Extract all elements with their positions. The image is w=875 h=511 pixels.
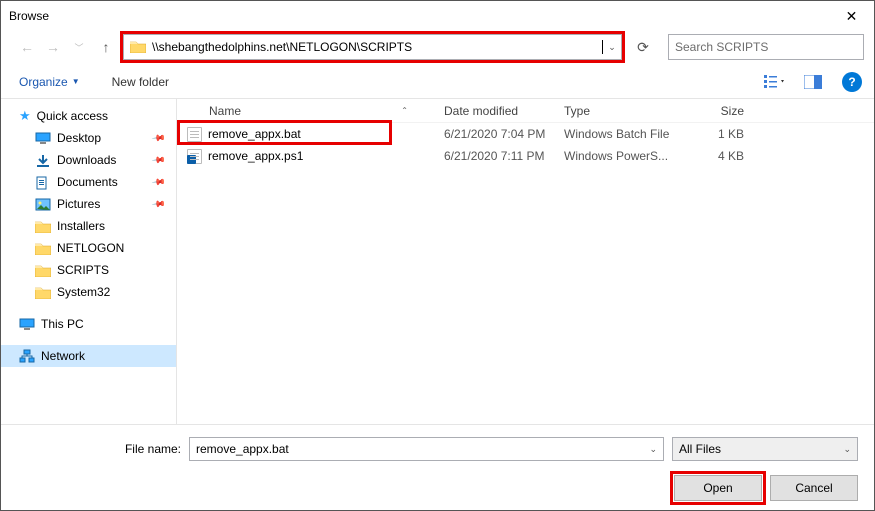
- sidebar-item-scripts[interactable]: SCRIPTS: [1, 259, 176, 281]
- column-name[interactable]: Name ⌃: [177, 104, 434, 118]
- view-layout-button[interactable]: [760, 71, 790, 93]
- file-icon: [187, 149, 202, 164]
- open-button-wrap: Open: [674, 475, 762, 501]
- pin-icon: 📌: [151, 174, 167, 190]
- column-name-label: Name: [209, 104, 241, 118]
- sidebar-item-system32[interactable]: System32: [1, 281, 176, 303]
- sidebar-item-quick-access[interactable]: ★ Quick access: [1, 105, 176, 127]
- sidebar: ★Quick accessDesktop📌Downloads📌Documents…: [1, 99, 176, 424]
- sidebar-item-label: Network: [41, 349, 85, 363]
- file-name: remove_appx.bat: [208, 127, 301, 141]
- organize-label: Organize: [19, 75, 68, 89]
- sidebar-item-downloads[interactable]: Downloads 📌: [1, 149, 176, 171]
- sidebar-item-label: NETLOGON: [57, 241, 124, 255]
- sidebar-item-label: System32: [57, 285, 110, 299]
- file-size: 4 KB: [684, 149, 764, 163]
- file-type: Windows Batch File: [554, 127, 684, 141]
- sidebar-item-desktop[interactable]: Desktop 📌: [1, 127, 176, 149]
- sidebar-item-network[interactable]: Network: [1, 345, 176, 367]
- downloads-icon: [35, 154, 51, 166]
- preview-pane-button[interactable]: [798, 71, 828, 93]
- folder-icon: [35, 220, 51, 233]
- file-type: Windows PowerS...: [554, 149, 684, 163]
- file-date: 6/21/2020 7:11 PM: [434, 149, 554, 163]
- file-rows: remove_appx.bat 6/21/2020 7:04 PMWindows …: [177, 123, 874, 167]
- file-type-filter[interactable]: All Files ⌄: [672, 437, 858, 461]
- pin-icon: 📌: [151, 196, 167, 212]
- new-folder-button[interactable]: New folder: [102, 73, 179, 91]
- address-text[interactable]: \\shebangthedolphins.net\NETLOGON\SCRIPT…: [152, 40, 603, 54]
- sidebar-item-label: Downloads: [57, 153, 116, 167]
- sidebar-item-label: Installers: [57, 219, 105, 233]
- help-button[interactable]: ?: [842, 72, 862, 92]
- column-type[interactable]: Type: [554, 104, 684, 118]
- file-icon: [187, 127, 202, 142]
- folder-icon: [130, 40, 146, 54]
- column-date[interactable]: Date modified: [434, 104, 554, 118]
- folder-icon: [35, 242, 51, 255]
- filename-input[interactable]: remove_appx.bat ⌄: [189, 437, 664, 461]
- address-bar[interactable]: \\shebangthedolphins.net\NETLOGON\SCRIPT…: [123, 34, 622, 60]
- chevron-down-icon: ⌄: [649, 444, 657, 455]
- filename-row: File name: remove_appx.bat ⌄ All Files ⌄: [17, 437, 858, 461]
- pin-icon: 📌: [151, 152, 167, 168]
- folder-icon: [35, 264, 51, 277]
- file-date: 6/21/2020 7:04 PM: [434, 127, 554, 141]
- body: ★Quick accessDesktop📌Downloads📌Documents…: [1, 99, 874, 424]
- organize-menu[interactable]: Organize ▼: [13, 73, 86, 91]
- refresh-button[interactable]: ⟳: [630, 34, 656, 60]
- sidebar-item-label: Desktop: [57, 131, 101, 145]
- cancel-button[interactable]: Cancel: [770, 475, 858, 501]
- search-input[interactable]: Search SCRIPTS: [668, 34, 864, 60]
- open-button[interactable]: Open: [674, 475, 762, 501]
- chevron-down-icon: ⌄: [843, 444, 851, 455]
- sidebar-item-installers[interactable]: Installers: [1, 215, 176, 237]
- file-list-pane: Name ⌃ Date modified Type Size remove_ap…: [176, 99, 874, 424]
- filter-label: All Files: [679, 442, 721, 456]
- sidebar-item-label: Quick access: [37, 109, 108, 123]
- sort-asc-icon: ⌃: [401, 106, 408, 115]
- monitor-icon: [35, 132, 51, 144]
- network-icon: [19, 349, 35, 363]
- sidebar-item-pictures[interactable]: Pictures 📌: [1, 193, 176, 215]
- column-headers: Name ⌃ Date modified Type Size: [177, 99, 874, 123]
- sidebar-item-label: This PC: [41, 317, 84, 331]
- sidebar-item-documents[interactable]: Documents 📌: [1, 171, 176, 193]
- button-row: Open Cancel: [17, 475, 858, 501]
- close-button[interactable]: ✕: [829, 1, 874, 31]
- filename-value: remove_appx.bat: [196, 442, 289, 456]
- nav-row: ← → ﹀ ↑ \\shebangthedolphins.net\NETLOGO…: [1, 31, 874, 65]
- pin-icon: 📌: [151, 130, 167, 146]
- file-name: remove_appx.ps1: [208, 149, 303, 163]
- file-row[interactable]: remove_appx.bat 6/21/2020 7:04 PMWindows …: [177, 123, 874, 145]
- sidebar-item-label: SCRIPTS: [57, 263, 109, 277]
- toolbar: Organize ▼ New folder ?: [1, 65, 874, 99]
- documents-icon: [35, 176, 51, 188]
- close-icon: ✕: [846, 8, 858, 25]
- nav-recent-caret[interactable]: ﹀: [69, 41, 89, 54]
- titlebar: Browse ✕: [1, 1, 874, 31]
- pictures-icon: [35, 198, 51, 210]
- browse-dialog: Browse ✕ ← → ﹀ ↑ \\shebangthedolphins.ne…: [0, 0, 875, 511]
- column-size[interactable]: Size: [684, 104, 764, 118]
- file-size: 1 KB: [684, 127, 764, 141]
- nav-up-button[interactable]: ↑: [95, 39, 117, 55]
- filename-label: File name:: [17, 442, 181, 456]
- sidebar-item-this-pc[interactable]: This PC: [1, 313, 176, 335]
- folder-icon: [35, 286, 51, 299]
- chevron-down-icon: ▼: [72, 77, 80, 86]
- address-dropdown-icon[interactable]: ⌄: [603, 42, 621, 53]
- nav-forward-button[interactable]: →: [43, 39, 63, 55]
- quick-access-icon: ★: [19, 108, 31, 124]
- sidebar-item-label: Documents: [57, 175, 118, 189]
- sidebar-item-label: Pictures: [57, 197, 100, 211]
- sidebar-item-netlogon[interactable]: NETLOGON: [1, 237, 176, 259]
- window-title: Browse: [9, 9, 829, 23]
- nav-back-button[interactable]: ←: [17, 39, 37, 55]
- monitor-icon: [19, 318, 35, 330]
- file-row[interactable]: remove_appx.ps1 6/21/2020 7:11 PMWindows …: [177, 145, 874, 167]
- footer: File name: remove_appx.bat ⌄ All Files ⌄…: [1, 424, 874, 510]
